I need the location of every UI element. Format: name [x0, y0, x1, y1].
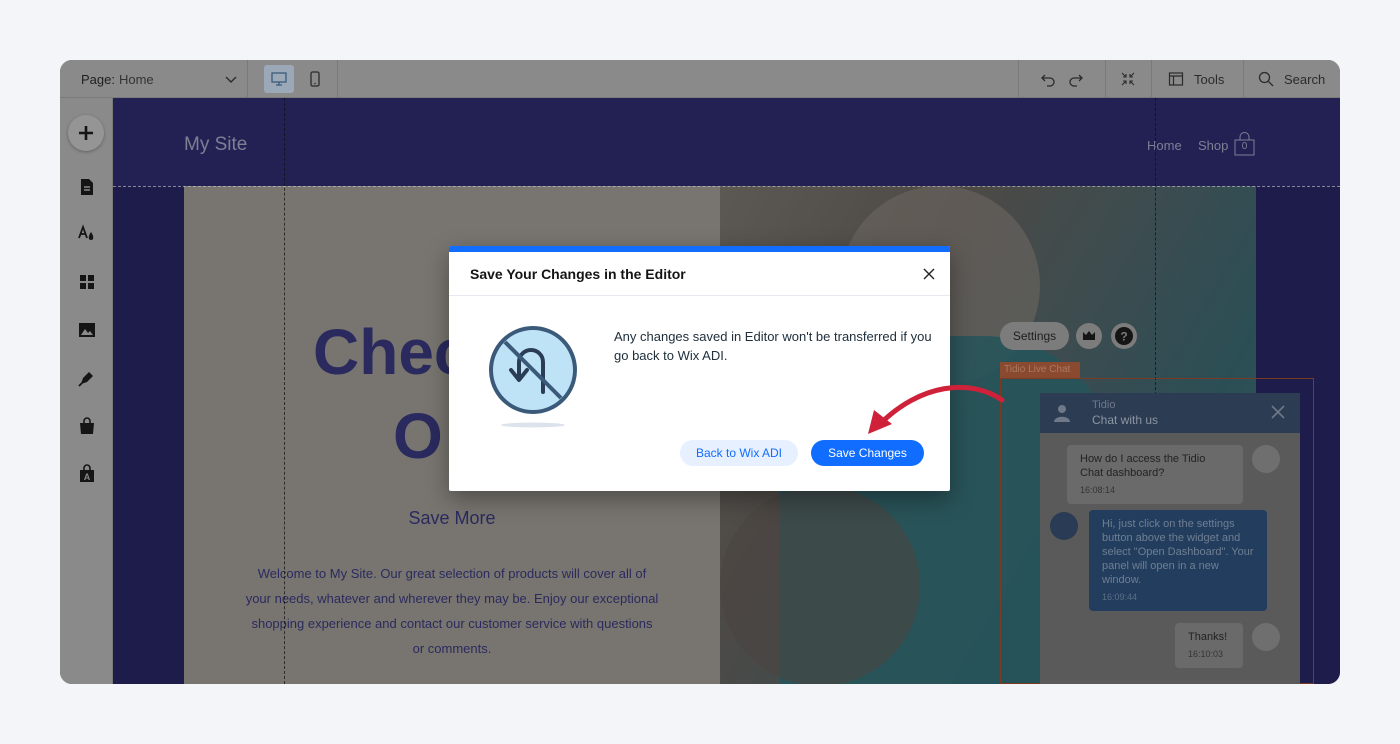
chat-message-time: 16:09:44: [1102, 592, 1138, 602]
add-elements-button[interactable]: [68, 115, 104, 151]
tidio-widget-tag: Tidio Live Chat: [1000, 362, 1080, 378]
dialog-message: Any changes saved in Editor won't be tra…: [614, 329, 932, 363]
svg-text:A: A: [84, 472, 91, 482]
chat-message-text: Thanks!: [1188, 631, 1228, 643]
design-icon[interactable]: [77, 224, 97, 244]
chat-message-time: 16:10:03: [1188, 649, 1224, 659]
undo-redo-group: [1018, 60, 1106, 98]
search-button[interactable]: Search: [1244, 60, 1340, 98]
user-icon: [1054, 405, 1070, 422]
left-toolbar: A: [60, 98, 113, 684]
close-icon[interactable]: [1270, 404, 1286, 420]
chat-agent-name: Tidio: [1092, 399, 1116, 411]
chat-message-time: 16:08:14: [1080, 485, 1116, 495]
user-avatar: [1252, 623, 1280, 651]
hero-heading-line1: Chec: [313, 316, 470, 388]
hero-subheading: Save More: [408, 508, 496, 528]
dialog-accent-bar: [449, 246, 950, 252]
dialog-divider: [449, 295, 950, 296]
chevron-down-icon: [225, 76, 237, 83]
save-changes-button[interactable]: Save Changes: [811, 440, 924, 466]
store-icon[interactable]: [77, 416, 97, 436]
mobile-view-button[interactable]: [300, 65, 330, 93]
nav-shop-link[interactable]: Shop: [1198, 138, 1228, 153]
annotation-arrow-icon: [868, 384, 1005, 434]
media-icon[interactable]: [77, 320, 97, 340]
desktop-icon: [271, 72, 287, 86]
zoom-out-icon: [1121, 72, 1135, 86]
nav-home-link[interactable]: Home: [1147, 138, 1182, 153]
chat-message: Thanks! 16:10:03: [1175, 623, 1243, 668]
cart-count: 0: [1241, 141, 1248, 152]
chat-message-text: How do I access the Tidio Chat dashboard…: [1080, 453, 1206, 479]
help-icon[interactable]: ?: [1111, 323, 1137, 349]
zoom-out-button[interactable]: [1106, 60, 1152, 98]
chat-subtitle: Chat with us: [1092, 413, 1159, 427]
pages-icon[interactable]: [77, 177, 97, 197]
agent-avatar: [1050, 512, 1078, 540]
hero-heading-line2: O: [393, 400, 443, 472]
tools-icon: [1168, 72, 1184, 86]
gridline-left: [284, 98, 285, 684]
desktop-view-button[interactable]: [264, 65, 294, 93]
page-selector[interactable]: Page: Home: [60, 60, 248, 98]
blog-icon[interactable]: [77, 368, 97, 388]
page-selector-value: Home: [118, 71, 154, 87]
close-icon[interactable]: [921, 266, 937, 282]
app-market-icon[interactable]: A: [77, 464, 97, 484]
redo-icon[interactable]: [1067, 70, 1085, 88]
search-icon: [1258, 71, 1274, 87]
site-title[interactable]: My Site: [184, 134, 247, 156]
dialog-title: Save Your Changes in the Editor: [470, 266, 686, 282]
user-avatar: [1252, 445, 1280, 473]
page-selector-label: Page:: [81, 71, 115, 87]
no-return-illustration: [489, 326, 577, 428]
plus-icon: [79, 126, 93, 140]
svg-text:?: ?: [1120, 330, 1127, 344]
search-label: Search: [1284, 71, 1326, 87]
crown-icon[interactable]: [1076, 323, 1102, 349]
chat-message: How do I access the Tidio Chat dashboard…: [1067, 445, 1243, 504]
hero-body-text: Welcome to My Site. Our great selection …: [245, 566, 659, 656]
chat-message: Hi, just click on the settings button ab…: [1089, 510, 1267, 611]
tools-button[interactable]: Tools: [1152, 60, 1244, 98]
back-to-wix-adi-button[interactable]: Back to Wix ADI: [680, 440, 798, 466]
save-changes-dialog: Save Your Changes in the Editor Any chan…: [449, 246, 950, 491]
apps-icon[interactable]: [77, 272, 97, 292]
tools-label: Tools: [1194, 71, 1225, 87]
chat-header: Tidio Chat with us: [1040, 393, 1300, 433]
hero-image-shape: [720, 486, 920, 684]
tidio-settings-button[interactable]: Settings: [1000, 322, 1069, 350]
device-switcher: [258, 60, 338, 98]
chat-message-text: Hi, just click on the settings button ab…: [1102, 518, 1254, 586]
editor-topbar: Page: Home Tools Search: [60, 60, 1340, 98]
mobile-icon: [310, 71, 320, 87]
tidio-chat-widget[interactable]: Tidio Chat with us How do I access the T…: [1040, 393, 1300, 684]
undo-icon[interactable]: [1039, 70, 1057, 88]
